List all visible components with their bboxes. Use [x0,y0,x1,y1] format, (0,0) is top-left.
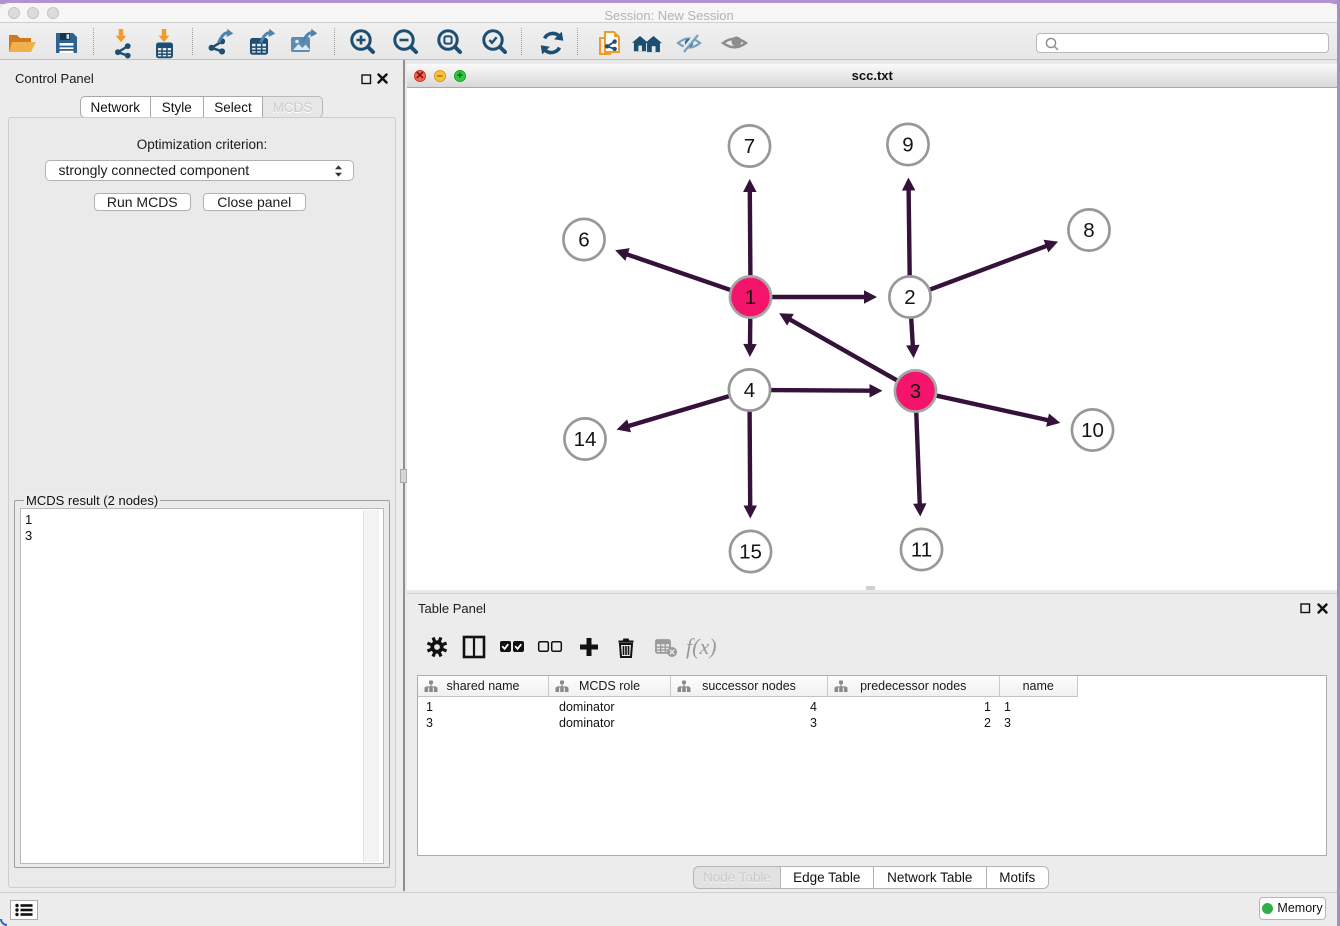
svg-text:14: 14 [574,428,597,451]
svg-text:10: 10 [1081,419,1104,442]
svg-text:11: 11 [911,539,932,562]
svg-text:7: 7 [744,135,755,158]
svg-text:6: 6 [578,229,589,252]
svg-text:4: 4 [744,379,755,402]
svg-text:9: 9 [902,134,913,157]
svg-text:15: 15 [739,541,762,564]
svg-text:3: 3 [910,380,921,403]
svg-text:1: 1 [745,286,756,309]
svg-text:2: 2 [904,286,915,309]
svg-text:8: 8 [1083,219,1094,242]
